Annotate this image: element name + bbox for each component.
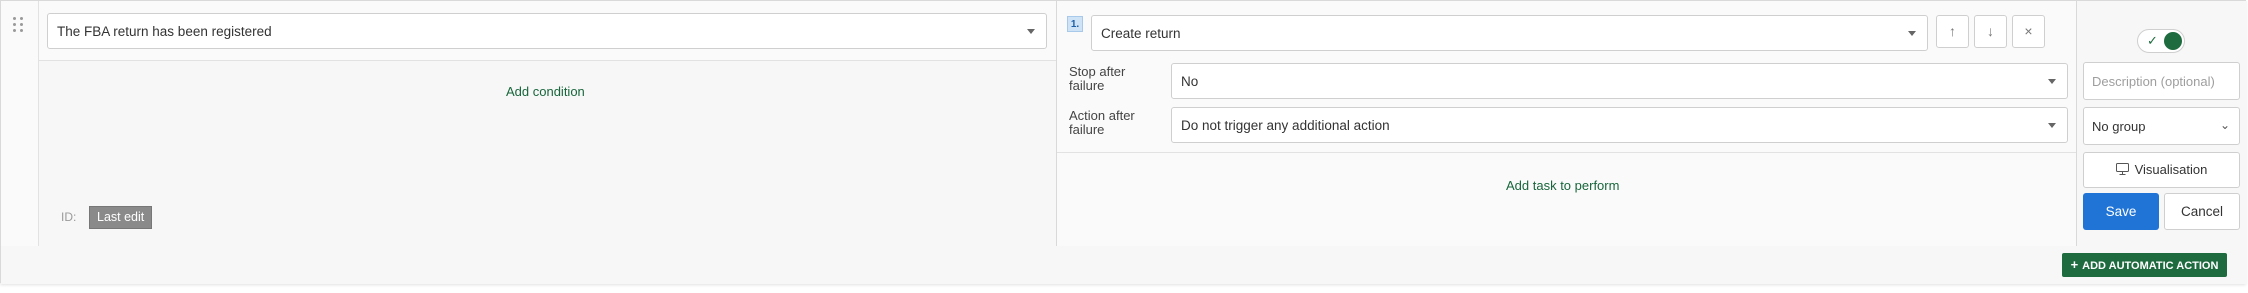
plus-icon: + <box>2070 257 2079 272</box>
add-task-link[interactable]: Add task to perform <box>1506 178 1619 193</box>
last-edit-badge[interactable]: Last edit <box>89 206 153 229</box>
trigger-select[interactable]: The FBA return has been registered <box>47 13 1047 49</box>
action-after-failure-label: Action after failure <box>1069 108 1135 137</box>
toggle-knob <box>2164 32 2182 50</box>
chevron-down-icon: ⌄ <box>2219 118 2230 132</box>
close-icon: × <box>2024 23 2033 39</box>
move-down-button[interactable]: ↓ <box>1974 15 2007 48</box>
monitor-icon <box>2115 163 2129 175</box>
trigger-value: The FBA return has been registered <box>57 24 272 39</box>
drag-handle[interactable] <box>1 1 39 246</box>
description-input[interactable]: Description (optional) <box>2083 62 2240 100</box>
save-button[interactable]: Save <box>2083 193 2159 230</box>
caret-down-icon <box>2048 79 2056 84</box>
action-after-failure-select[interactable]: Do not trigger any additional action <box>1171 107 2068 143</box>
arrow-down-icon: ↓ <box>1987 23 1994 39</box>
actions-panel: 1. Create return ↑ ↓ × Stop after failur… <box>1057 1 2077 246</box>
side-panel: ✓ Description (optional) No group ⌄ Visu… <box>2077 1 2247 246</box>
caret-down-icon <box>2048 123 2056 128</box>
visualisation-label: Visualisation <box>2134 162 2208 177</box>
arrow-up-icon: ↑ <box>1949 23 1956 39</box>
action-value: Create return <box>1101 26 1181 41</box>
footer-bar: + ADD AUTOMATIC ACTION <box>1 246 2247 284</box>
enabled-toggle[interactable]: ✓ <box>2137 29 2185 53</box>
group-select[interactable]: No group ⌄ <box>2083 107 2240 145</box>
check-icon: ✓ <box>2147 33 2158 48</box>
step-number-badge: 1. <box>1067 16 1083 32</box>
remove-step-button[interactable]: × <box>2012 15 2045 48</box>
add-condition-link[interactable]: Add condition <box>506 84 585 99</box>
condition-header: The FBA return has been registered <box>39 1 1056 61</box>
add-automatic-action-label: ADD AUTOMATIC ACTION <box>2082 260 2219 272</box>
stop-after-failure-value: No <box>1181 74 1199 89</box>
action-after-failure-value: Do not trigger any additional action <box>1181 118 1390 133</box>
action-row: The FBA return has been registered Add c… <box>1 1 2247 246</box>
action-select[interactable]: Create return <box>1091 15 1928 51</box>
condition-panel: The FBA return has been registered Add c… <box>39 1 1057 246</box>
group-value: No group <box>2092 119 2146 134</box>
automatic-action-card: The FBA return has been registered Add c… <box>0 0 2247 284</box>
cancel-button[interactable]: Cancel <box>2164 193 2240 230</box>
drag-handle-icon[interactable] <box>13 17 25 33</box>
stop-after-failure-select[interactable]: No <box>1171 63 2068 99</box>
caret-down-icon <box>1908 31 1916 36</box>
visualisation-button[interactable]: Visualisation <box>2083 152 2240 188</box>
id-label: ID: <box>61 210 77 224</box>
action-step: 1. Create return ↑ ↓ × Stop after failur… <box>1057 1 2076 153</box>
stop-after-failure-label: Stop after failure <box>1069 64 1126 93</box>
move-up-button[interactable]: ↑ <box>1936 15 1969 48</box>
caret-down-icon <box>1027 29 1035 34</box>
add-automatic-action-button[interactable]: + ADD AUTOMATIC ACTION <box>2062 253 2227 277</box>
